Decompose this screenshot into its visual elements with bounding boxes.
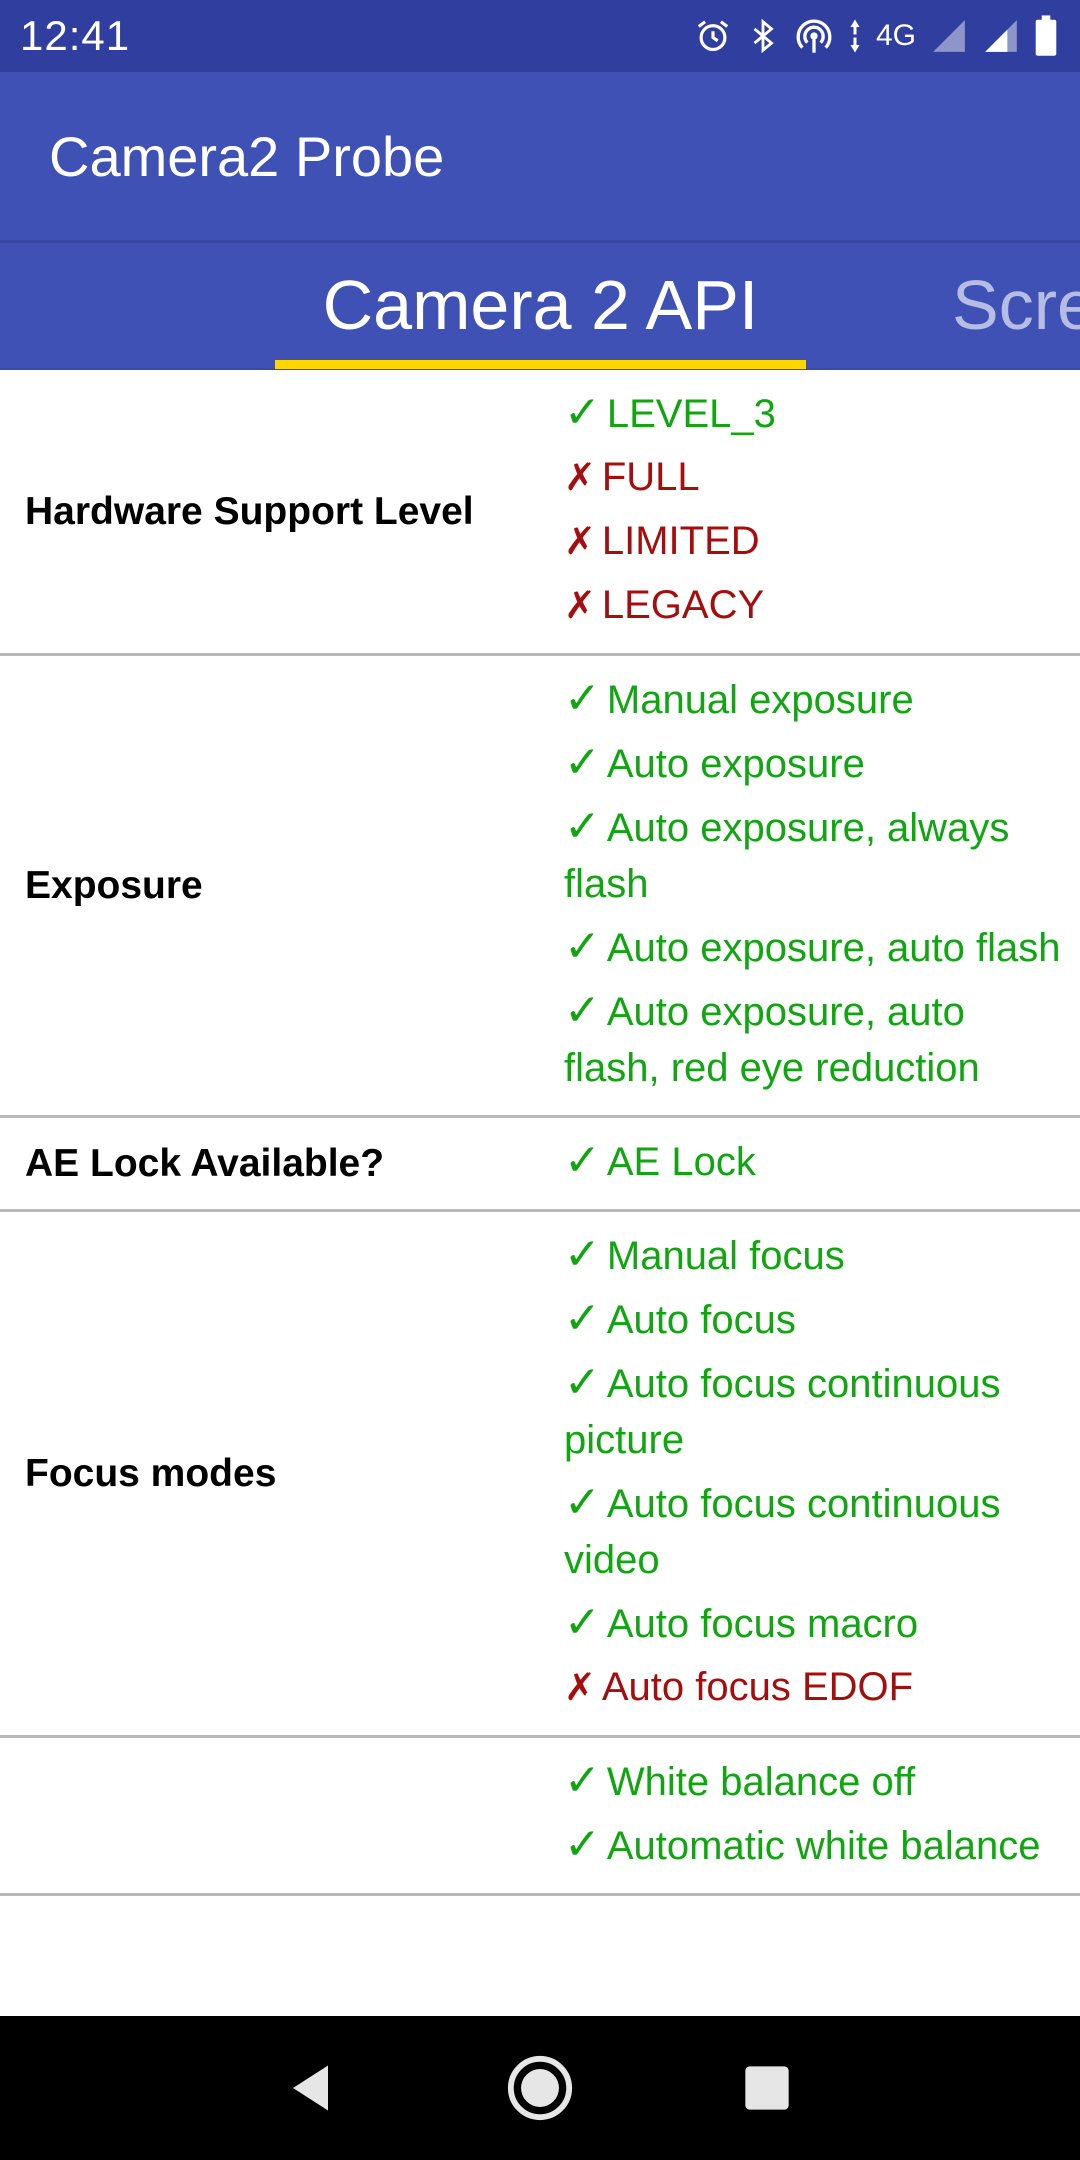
capability-row: Hardware Support Level ✓ LEVEL_3 ✗ FULL ✗ LIMI… xyxy=(0,370,1080,656)
check-icon: ✓ xyxy=(564,674,601,723)
tab-bar: Camera 2 API Scre xyxy=(0,240,1080,370)
value-text: LEGACY xyxy=(601,583,765,627)
check-icon: ✓ xyxy=(564,802,601,851)
capability-values: ✓ White balance off ✓ Automatic white balan… xyxy=(564,1750,1064,1881)
capability-label: Exposure xyxy=(25,863,203,907)
network-type-label: 4G xyxy=(875,19,916,52)
supported-value: ✓ Auto focus macro xyxy=(564,1595,1064,1652)
supported-value: ✓ Auto exposure, auto flash xyxy=(564,919,1064,976)
check-icon: ✓ xyxy=(564,738,601,787)
supported-value: ✓ Auto focus xyxy=(564,1291,1064,1348)
value-text: Manual focus xyxy=(606,1234,845,1278)
cross-icon: ✗ xyxy=(564,585,596,627)
signal-icon xyxy=(982,17,1020,55)
value-text: LIMITED xyxy=(601,519,760,563)
check-icon: ✓ xyxy=(564,1230,601,1279)
data-arrows-icon xyxy=(848,18,862,54)
check-icon: ✓ xyxy=(564,1478,601,1527)
tab-indicator xyxy=(275,360,806,369)
value-text: White balance off xyxy=(606,1760,916,1804)
capabilities-list[interactable]: Hardware Support Level ✓ LEVEL_3 ✗ FULL ✗ LIMI… xyxy=(0,370,1080,2016)
value-text: FULL xyxy=(601,455,700,499)
alarm-icon xyxy=(694,17,732,55)
recents-icon[interactable] xyxy=(722,2043,812,2133)
unsupported-value: ✗ Auto focus EDOF xyxy=(564,1659,1064,1716)
navigation-bar xyxy=(0,2016,1080,2160)
status-icons: 4G xyxy=(694,15,1058,57)
capability-row: Exposure ✓ Manual exposure ✓ Auto exposure ✓ A… xyxy=(0,656,1080,1118)
value-text: Auto focus macro xyxy=(606,1602,919,1646)
capability-values: ✓ AE Lock xyxy=(564,1130,1064,1197)
check-icon: ✓ xyxy=(564,1598,601,1647)
tab-label: Scre xyxy=(952,266,1080,344)
tab-label: Camera 2 API xyxy=(322,266,759,344)
capability-label: AE Lock Available? xyxy=(25,1141,385,1185)
value-text: Auto exposure, auto flash xyxy=(606,926,1061,970)
signal-icon xyxy=(930,17,968,55)
value-text: Auto exposure, auto flash, red eye reduc… xyxy=(564,990,980,1090)
supported-value: ✓ Manual focus xyxy=(564,1227,1064,1284)
supported-value: ✓ Auto exposure, auto flash, red eye redu… xyxy=(564,983,1064,1096)
hotspot-icon xyxy=(794,16,834,56)
check-icon: ✓ xyxy=(564,1358,601,1407)
value-text: Auto focus continuous picture xyxy=(564,1362,1001,1462)
value-text: Auto focus continuous video xyxy=(564,1482,1001,1582)
bluetooth-icon xyxy=(746,17,780,55)
battery-icon xyxy=(1034,15,1058,57)
check-icon: ✓ xyxy=(564,1136,601,1185)
status-time: 12:41 xyxy=(20,12,131,59)
capability-row: Focus modes ✓ Manual focus ✓ Auto focus ✓ Auto… xyxy=(0,1212,1080,1738)
value-text: Auto focus xyxy=(606,1298,796,1342)
tab-camera-2-api[interactable]: Camera 2 API xyxy=(275,240,806,370)
supported-value: ✓ Auto focus continuous video xyxy=(564,1475,1064,1588)
value-text: AE Lock xyxy=(606,1140,756,1184)
check-icon: ✓ xyxy=(564,1294,601,1343)
check-icon: ✓ xyxy=(564,922,601,971)
supported-value: ✓ Automatic white balance xyxy=(564,1817,1064,1874)
value-text: Auto focus EDOF xyxy=(601,1665,914,1709)
check-icon: ✓ xyxy=(564,1756,601,1805)
capability-row: AE Lock Available? ✓ AE Lock xyxy=(0,1118,1080,1212)
check-icon: ✓ xyxy=(564,388,601,437)
supported-value: ✓ LEVEL_3 xyxy=(564,385,1064,442)
unsupported-value: ✗ LIMITED xyxy=(564,513,1064,570)
cross-icon: ✗ xyxy=(564,521,596,563)
capability-values: ✓ LEVEL_3 ✗ FULL ✗ LIMITED ✗ LEGACY xyxy=(564,382,1064,641)
check-icon: ✓ xyxy=(564,986,601,1035)
value-text: Manual exposure xyxy=(606,678,914,722)
cross-icon: ✗ xyxy=(564,1667,596,1709)
app-bar: Camera2 Probe xyxy=(0,72,1080,240)
supported-value: ✓ Manual exposure xyxy=(564,671,1064,728)
home-icon[interactable] xyxy=(495,2043,585,2133)
unsupported-value: ✗ FULL xyxy=(564,449,1064,506)
capability-label: Hardware Support Level xyxy=(25,489,474,533)
value-text: Automatic white balance xyxy=(606,1824,1041,1868)
capability-row: ✓ White balance off ✓ Automatic white balan… xyxy=(0,1738,1080,1896)
value-text: Auto exposure, always flash xyxy=(564,806,1010,906)
supported-value: ✓ White balance off xyxy=(564,1753,1064,1810)
tab-next[interactable]: Scre xyxy=(952,240,1080,370)
capability-label: Focus modes xyxy=(25,1451,277,1495)
cross-icon: ✗ xyxy=(564,457,596,499)
capability-values: ✓ Manual focus ✓ Auto focus ✓ Auto focus cont… xyxy=(564,1224,1064,1723)
supported-value: ✓ AE Lock xyxy=(564,1133,1064,1190)
supported-value: ✓ Auto exposure xyxy=(564,735,1064,792)
back-icon[interactable] xyxy=(268,2043,358,2133)
value-text: LEVEL_3 xyxy=(606,392,776,436)
supported-value: ✓ Auto exposure, always flash xyxy=(564,799,1064,912)
value-text: Auto exposure xyxy=(606,742,865,786)
screen: 12:41 4G Camera2 Probe Camera 2 API Scre… xyxy=(0,0,1080,2160)
check-icon: ✓ xyxy=(564,1820,601,1869)
supported-value: ✓ Auto focus continuous picture xyxy=(564,1355,1064,1468)
app-title: Camera2 Probe xyxy=(49,124,445,188)
status-bar: 12:41 4G xyxy=(0,0,1080,72)
unsupported-value: ✗ LEGACY xyxy=(564,577,1064,634)
capability-values: ✓ Manual exposure ✓ Auto exposure ✓ Auto expo… xyxy=(564,668,1064,1103)
